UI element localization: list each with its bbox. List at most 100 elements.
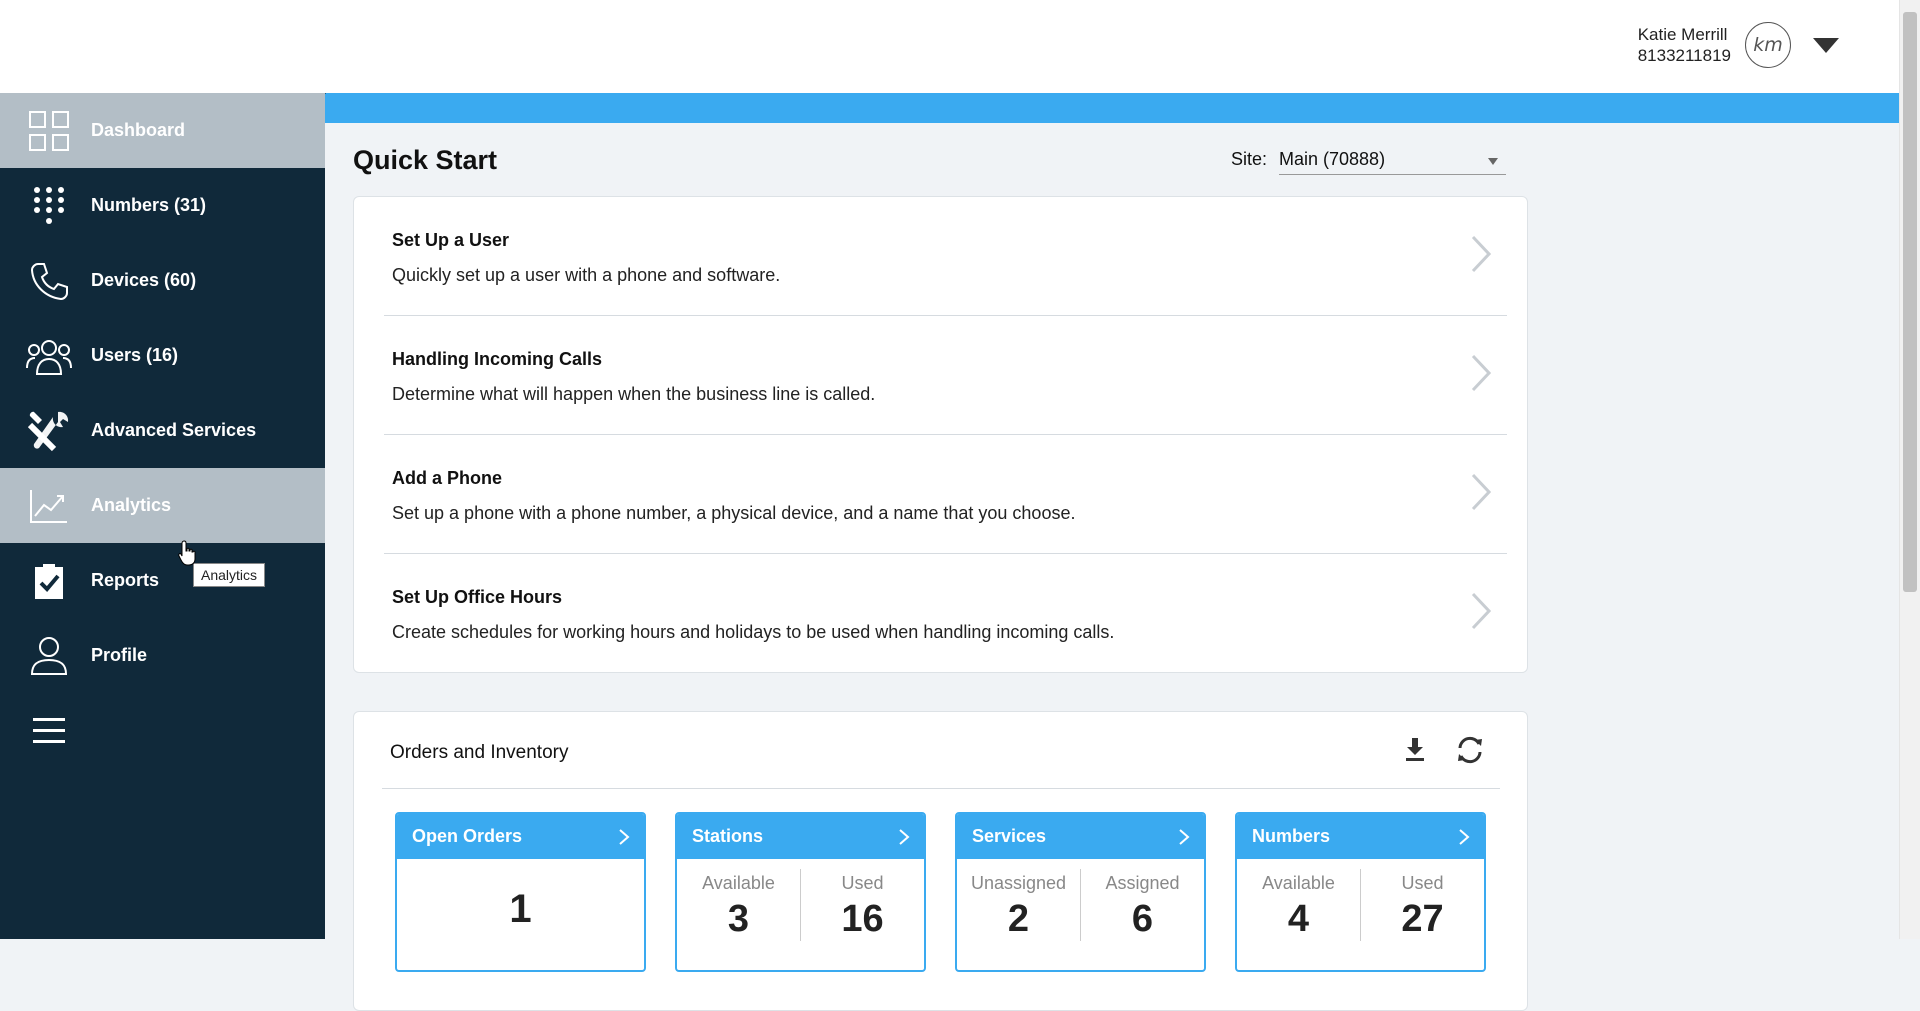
sidebar-item-advanced-services[interactable]: Advanced Services [0,393,325,468]
stat-value: 4 [1287,898,1310,940]
chevron-right-icon [1471,235,1491,273]
sidebar-item-label: Profile [91,645,148,665]
quick-start-item-title: Set Up Office Hours [392,587,563,607]
sidebar-item-label: Advanced Services [91,420,257,440]
sidebar-item-label: Analytics [91,495,172,515]
tile-header[interactable]: Open Orders [397,814,644,859]
avatar[interactable]: km [1745,22,1791,68]
open-orders-tile: Open Orders 1 [395,812,646,972]
chevron-right-icon [1179,829,1190,845]
accent-bar [300,93,1899,123]
tile-header[interactable]: Stations [677,814,924,859]
chevron-right-icon [1459,829,1470,845]
tile-title: Stations [692,826,764,846]
scrollbar-thumb[interactable] [1903,12,1917,592]
chart-icon [24,481,74,531]
tile-left-stat: Unassigned 2 [957,869,1081,941]
chevron-right-icon [1471,473,1491,511]
hamburger-icon[interactable] [24,706,74,756]
menu-toggle[interactable] [0,693,325,768]
tile-header[interactable]: Numbers [1237,814,1484,859]
sidebar-item-profile[interactable]: Profile [0,618,325,693]
quick-start-item-desc: Quickly set up a user with a phone and s… [392,265,781,285]
tile-title: Numbers [1252,826,1331,846]
sidebar-item-numbers[interactable]: Numbers (31) [0,168,325,243]
site-label: Site: [1231,149,1268,169]
quick-start-card: Set Up a User Quickly set up a user with… [353,196,1528,673]
stat-value: 16 [841,898,884,940]
stat-label: Unassigned [970,873,1067,893]
quick-start-item-desc: Create schedules for working hours and h… [392,622,1115,642]
quick-start-item-title: Handling Incoming Calls [392,349,603,369]
user-info: Katie Merrill 8133211819 [1638,24,1731,66]
quick-start-item-office-hours[interactable]: Set Up Office Hours Create schedules for… [384,554,1507,673]
stat-value: 6 [1131,898,1154,940]
quick-start-item-desc: Determine what will happen when the busi… [392,384,876,404]
sidebar-item-users[interactable]: Users (16) [0,318,325,393]
stat-label: Used [841,873,884,893]
tile-title: Open Orders [412,826,523,846]
top-bar: Katie Merrill 8133211819 km [0,0,1899,93]
scrollbar[interactable] [1899,0,1920,939]
download-icon[interactable] [1404,736,1426,762]
tile-title: Services [972,826,1047,846]
sidebar-item-reports[interactable]: Reports [0,543,325,618]
site-select[interactable]: Main (70888) [1279,145,1506,175]
tile-right-stat: Used 16 [801,869,924,941]
quick-start-item-title: Add a Phone [392,468,503,488]
grid-icon [24,106,74,156]
tooltip: Analytics [193,563,266,587]
quick-start-item-title: Set Up a User [392,230,510,250]
tile-header[interactable]: Services [957,814,1204,859]
tile-right-stat: Assigned 6 [1081,869,1204,941]
orders-inventory-card: Orders and Inventory Open Orders 1 Stati… [353,711,1528,1011]
user-name: Katie Merrill [1637,25,1728,44]
phone-icon [24,256,74,306]
sidebar-item-dashboard[interactable]: Dashboard [0,93,325,168]
quick-start-item-add-phone[interactable]: Add a Phone Set up a phone with a phone … [384,435,1507,554]
hand-cursor-icon [178,540,196,566]
quick-start-item-desc: Set up a phone with a phone number, a ph… [392,503,1076,523]
stations-tile: Stations Available 3 Used 16 [675,812,926,972]
sidebar-item-analytics[interactable]: Analytics [0,468,325,543]
dialpad-icon [24,181,74,231]
stat-label: Available [702,873,775,893]
orders-inventory-title: Orders and Inventory [390,742,569,763]
page-title: Quick Start [353,145,498,175]
tile-right-stat: Used 27 [1361,869,1484,941]
sidebar-item-devices[interactable]: Devices (60) [0,243,325,318]
refresh-icon[interactable] [1455,736,1485,764]
stat-value: 27 [1401,898,1444,940]
stat-value: 2 [1007,898,1030,940]
person-icon [24,631,74,681]
quick-start-item-incoming-calls[interactable]: Handling Incoming Calls Determine what w… [384,316,1507,435]
chevron-right-icon [899,829,910,845]
sidebar-item-label: Users (16) [91,345,179,365]
caret-down-icon [1488,158,1498,165]
user-phone: 8133211819 [1637,46,1731,65]
user-menu[interactable]: Katie Merrill 8133211819 km [1638,22,1839,68]
tile-value: 1 [509,887,532,931]
chevron-right-icon [1471,354,1491,392]
numbers-tile: Numbers Available 4 Used 27 [1235,812,1486,972]
stat-label: Assigned [1105,873,1180,893]
divider [382,788,1500,789]
sidebar-item-label: Numbers (31) [91,195,207,215]
site-select-value: Main (70888) [1279,149,1386,169]
quick-start-item-set-up-user[interactable]: Set Up a User Quickly set up a user with… [384,197,1507,316]
tile-left-stat: Available 3 [677,869,801,941]
sidebar-item-label: Dashboard [91,120,186,140]
tools-icon [24,406,74,456]
stat-value: 3 [727,898,750,940]
users-icon [24,331,74,381]
chevron-right-icon [619,829,630,845]
sidebar-item-label: Devices (60) [91,270,197,290]
caret-down-icon[interactable] [1813,37,1839,53]
stat-label: Used [1401,873,1444,893]
sidebar: Dashboard Numbers (31) Devices (60) User… [0,93,325,939]
tile-left-stat: Available 4 [1237,869,1361,941]
chevron-right-icon [1471,592,1491,630]
stat-label: Available [1262,873,1335,893]
services-tile: Services Unassigned 2 Assigned 6 [955,812,1206,972]
clipboard-check-icon [24,556,74,606]
